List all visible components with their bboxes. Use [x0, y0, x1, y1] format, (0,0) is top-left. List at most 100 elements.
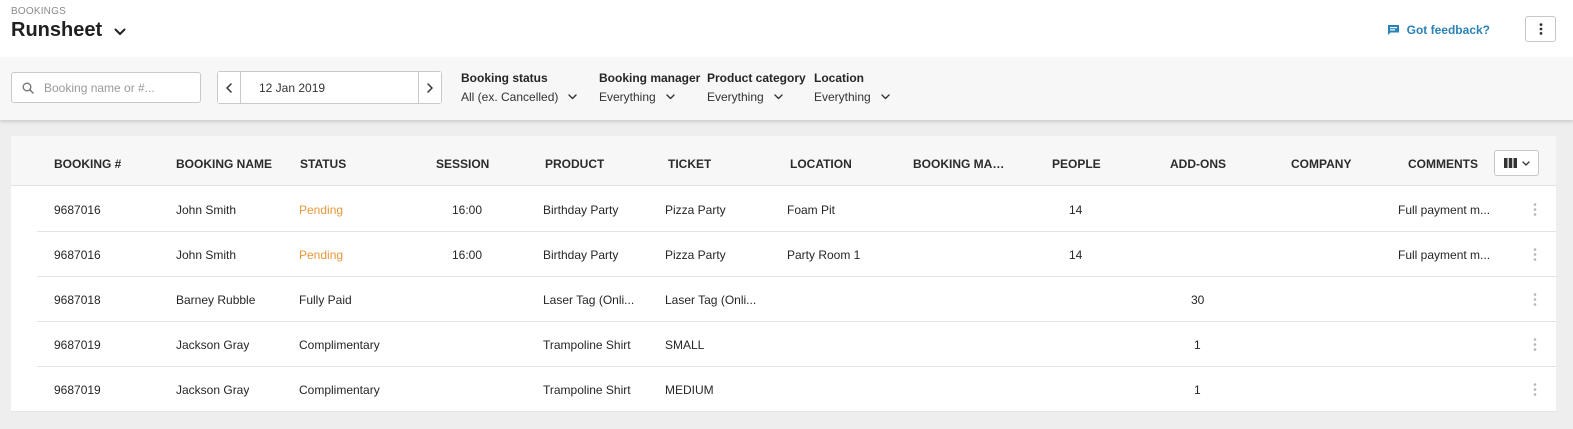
- cell-session: 16:00: [452, 248, 483, 262]
- column-header-status[interactable]: STATUS: [300, 157, 346, 171]
- filter-value: Everything: [599, 90, 656, 104]
- row-options-button[interactable]: [1527, 378, 1543, 400]
- cell-status: Pending: [299, 203, 344, 217]
- table-header: BOOKING # BOOKING NAME STATUS SESSION PR…: [11, 136, 1556, 186]
- kebab-icon: [1533, 337, 1537, 351]
- next-day-button[interactable]: [418, 72, 441, 103]
- search-box[interactable]: [11, 72, 201, 103]
- filter-label: Product category: [707, 71, 806, 85]
- cell-ticket: MEDIUM: [665, 383, 714, 397]
- cell-ticket: Pizza Party: [665, 248, 726, 262]
- kebab-icon: [1533, 247, 1537, 261]
- column-header-people[interactable]: PEOPLE: [1052, 157, 1101, 171]
- cell-people: 14: [1069, 248, 1083, 262]
- chevron-down-icon: [881, 94, 890, 100]
- booking-status-filter[interactable]: Booking status All (ex. Cancelled): [461, 71, 578, 104]
- cell-comments: Full payment m...: [1398, 248, 1491, 262]
- cell-add-ons: 1: [1194, 383, 1201, 397]
- runsheet-selector[interactable]: Runsheet: [11, 19, 126, 42]
- bookings-table: BOOKING # BOOKING NAME STATUS SESSION PR…: [11, 136, 1556, 412]
- previous-day-button[interactable]: [218, 72, 241, 103]
- cell-booking-name: John Smith: [176, 203, 237, 217]
- cell-booking-number: 9687016: [54, 203, 101, 217]
- table-row[interactable]: 9687019 Jackson Gray Complimentary Tramp…: [11, 321, 1556, 367]
- columns-icon: [1503, 158, 1517, 168]
- row-options-button[interactable]: [1527, 333, 1543, 355]
- table-row[interactable]: 9687018 Barney Rubble Fully Paid Laser T…: [11, 276, 1556, 322]
- cell-product: Laser Tag (Onli...: [543, 293, 635, 307]
- more-options-button[interactable]: [1525, 16, 1556, 42]
- cell-ticket: SMALL: [665, 338, 705, 352]
- chevron-right-icon: [427, 82, 433, 93]
- cell-product: Birthday Party: [543, 203, 619, 217]
- row-options-button[interactable]: [1527, 243, 1543, 265]
- chevron-down-icon: [666, 94, 675, 100]
- cell-ticket: Laser Tag (Onli...: [665, 293, 757, 307]
- column-header-add-ons[interactable]: ADD-ONS: [1170, 157, 1226, 171]
- page-header: BOOKINGS Runsheet Got feedback?: [0, 0, 1573, 57]
- column-header-ticket[interactable]: TICKET: [668, 157, 711, 171]
- column-header-product[interactable]: PRODUCT: [545, 157, 604, 171]
- cell-booking-number: 9687016: [54, 248, 101, 262]
- booking-manager-filter[interactable]: Booking manager Everything: [599, 71, 700, 104]
- feedback-label: Got feedback?: [1406, 23, 1490, 37]
- cell-status: Pending: [299, 248, 344, 262]
- cell-product: Trampoline Shirt: [543, 383, 631, 397]
- cell-location: Foam Pit: [787, 203, 836, 217]
- chevron-down-icon: [774, 94, 783, 100]
- kebab-icon: [1533, 202, 1537, 216]
- column-header-booking-manager[interactable]: BOOKING MAN...: [913, 157, 1008, 171]
- cell-ticket: Pizza Party: [665, 203, 726, 217]
- cell-status: Complimentary: [299, 338, 380, 352]
- filter-label: Booking manager: [599, 71, 701, 85]
- chat-bubble-icon: [1387, 25, 1399, 35]
- column-header-booking-number[interactable]: BOOKING #: [54, 157, 121, 171]
- search-icon: [22, 82, 34, 94]
- section-label: BOOKINGS: [11, 6, 66, 17]
- kebab-icon: [1533, 292, 1537, 306]
- search-input[interactable]: [42, 79, 192, 96]
- filter-bar: 12 Jan 2019 Booking status All (ex. Canc…: [0, 57, 1573, 120]
- column-header-location[interactable]: LOCATION: [790, 157, 852, 171]
- feedback-link[interactable]: Got feedback?: [1387, 23, 1490, 37]
- column-header-company[interactable]: COMPANY: [1291, 157, 1351, 171]
- filter-value: Everything: [707, 90, 764, 104]
- column-toggle-button[interactable]: [1494, 150, 1539, 176]
- cell-status: Fully Paid: [299, 293, 352, 307]
- kebab-icon: [1533, 382, 1537, 396]
- chevron-down-icon: [1521, 160, 1530, 166]
- filter-value: Everything: [814, 90, 871, 104]
- cell-booking-number: 9687018: [54, 293, 101, 307]
- date-field[interactable]: 12 Jan 2019: [241, 72, 418, 103]
- cell-booking-number: 9687019: [54, 383, 101, 397]
- cell-people: 14: [1069, 203, 1083, 217]
- filter-label: Booking status: [461, 71, 548, 85]
- cell-booking-name: Barney Rubble: [176, 293, 256, 307]
- product-category-filter[interactable]: Product category Everything: [707, 71, 806, 104]
- kebab-icon: [1539, 23, 1542, 35]
- table-row[interactable]: 9687019 Jackson Gray Complimentary Tramp…: [11, 366, 1556, 412]
- filter-label: Location: [814, 71, 864, 85]
- cell-booking-name: Jackson Gray: [176, 383, 250, 397]
- cell-add-ons: 1: [1194, 338, 1201, 352]
- table-row[interactable]: 9687016 John Smith Pending 16:00 Birthda…: [11, 231, 1556, 277]
- column-header-booking-name[interactable]: BOOKING NAME: [176, 157, 272, 171]
- cell-product: Trampoline Shirt: [543, 338, 631, 352]
- filter-value: All (ex. Cancelled): [461, 90, 559, 104]
- cell-status: Complimentary: [299, 383, 380, 397]
- chevron-down-icon: [568, 94, 578, 100]
- column-header-session[interactable]: SESSION: [436, 157, 489, 171]
- cell-comments: Full payment m...: [1398, 203, 1491, 217]
- table-row[interactable]: 9687016 John Smith Pending 16:00 Birthda…: [11, 186, 1556, 232]
- chevron-down-icon: [114, 23, 126, 41]
- cell-session: 16:00: [452, 203, 483, 217]
- cell-booking-number: 9687019: [54, 338, 101, 352]
- page-title: Runsheet: [11, 19, 103, 41]
- location-filter[interactable]: Location Everything: [814, 71, 890, 104]
- date-picker: 12 Jan 2019: [217, 71, 442, 104]
- cell-booking-name: John Smith: [176, 248, 237, 262]
- row-options-button[interactable]: [1527, 198, 1543, 220]
- column-header-comments[interactable]: COMMENTS: [1408, 157, 1478, 171]
- row-options-button[interactable]: [1527, 288, 1543, 310]
- cell-add-ons: 30: [1191, 293, 1205, 307]
